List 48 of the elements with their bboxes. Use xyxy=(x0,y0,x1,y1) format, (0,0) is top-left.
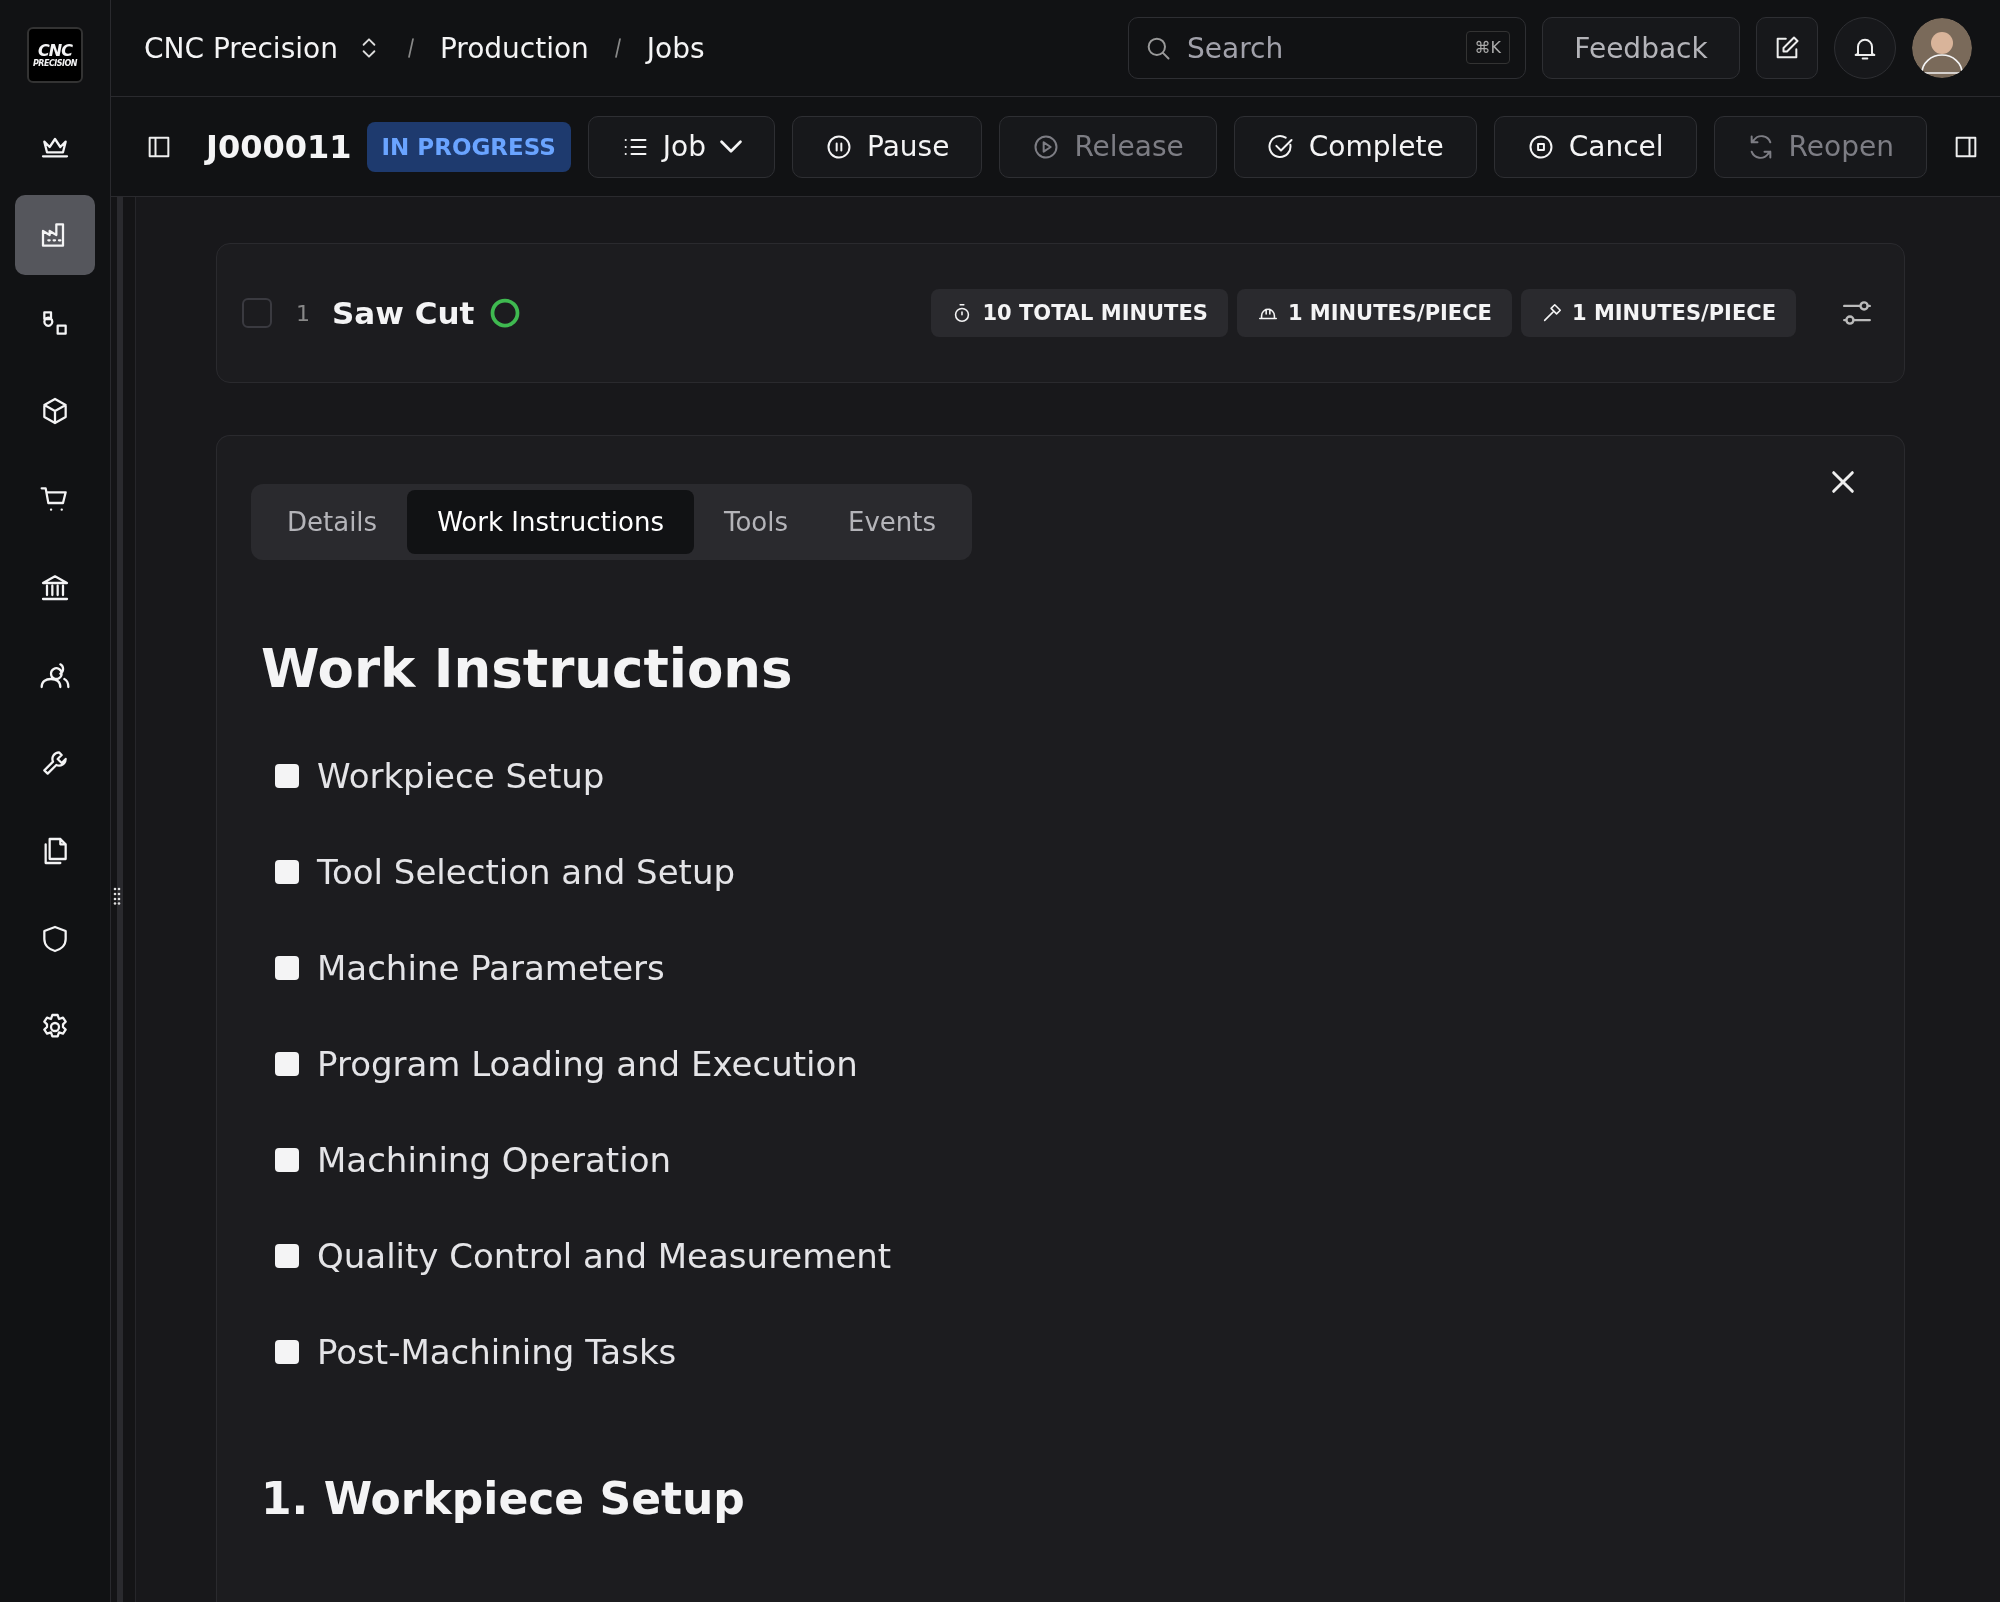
breadcrumb-link[interactable]: CNC Precision xyxy=(144,31,338,65)
sidebar-item[interactable] xyxy=(15,195,95,275)
checkbox[interactable] xyxy=(275,764,299,788)
heading: Work Instructions xyxy=(261,638,794,699)
resize-handle[interactable] xyxy=(113,887,121,905)
checkbox[interactable] xyxy=(275,1244,299,1268)
checkbox[interactable] xyxy=(275,860,299,884)
tab[interactable]: Tools xyxy=(693,490,818,554)
feedback-button[interactable]: Feedback xyxy=(1542,17,1740,79)
checklist-label: Machining Operation xyxy=(317,1140,671,1180)
operation-name: Saw Cut xyxy=(332,295,475,331)
chevron-down-icon xyxy=(720,140,742,153)
checkbox[interactable] xyxy=(242,298,272,328)
tab[interactable]: Events xyxy=(818,490,967,554)
checkbox[interactable] xyxy=(275,1052,299,1076)
action-button[interactable]: Cancel xyxy=(1493,115,1697,178)
checklist-label: Quality Control and Measurement xyxy=(317,1236,892,1276)
edit-button[interactable] xyxy=(1756,17,1818,79)
avatar[interactable] xyxy=(1912,18,1972,78)
checkbox[interactable] xyxy=(275,956,299,980)
tab[interactable]: Work Instructions xyxy=(407,490,694,554)
checklist-label: Program Loading and Execution xyxy=(317,1044,858,1084)
operation-number: 1 xyxy=(296,300,310,326)
checklist-label: Tool Selection and Setup xyxy=(317,852,736,892)
breadcrumb-link[interactable]: Jobs xyxy=(646,31,705,65)
breadcrumb-link[interactable]: Production xyxy=(439,31,589,65)
checklist-label: Post-Machining Tasks xyxy=(317,1332,677,1372)
action-button[interactable]: Complete xyxy=(1233,115,1477,178)
checklist-label: Machine Parameters xyxy=(317,948,665,988)
in-progress-status-icon xyxy=(490,298,521,328)
slash-separator-icon xyxy=(405,35,416,61)
section-heading: 1. Workpiece Setup xyxy=(261,1473,746,1524)
logo-text: CNC xyxy=(38,42,72,59)
checkbox[interactable] xyxy=(275,1340,299,1364)
badge-text: 10 TOTAL MINUTES xyxy=(982,301,1208,325)
badge-text: 1 MINUTES/PIECE xyxy=(1571,301,1776,325)
job-id: J000011 xyxy=(206,127,352,166)
action-button[interactable]: Pause xyxy=(792,115,983,178)
status-badge: IN PROGRESS xyxy=(366,121,571,172)
shortcut-hint: ⌘K xyxy=(1465,31,1510,64)
checkbox[interactable] xyxy=(275,1148,299,1172)
tab[interactable]: Details xyxy=(257,490,408,554)
logo-subtext: PRECISION xyxy=(32,58,78,68)
badge-text: 1 MINUTES/PIECE xyxy=(1287,301,1492,325)
job-menu-button[interactable]: Job xyxy=(587,115,775,178)
logo[interactable]: CNC PRECISION xyxy=(27,27,83,83)
checklist-label: Workpiece Setup xyxy=(317,756,605,796)
slash-separator-icon xyxy=(612,35,623,61)
